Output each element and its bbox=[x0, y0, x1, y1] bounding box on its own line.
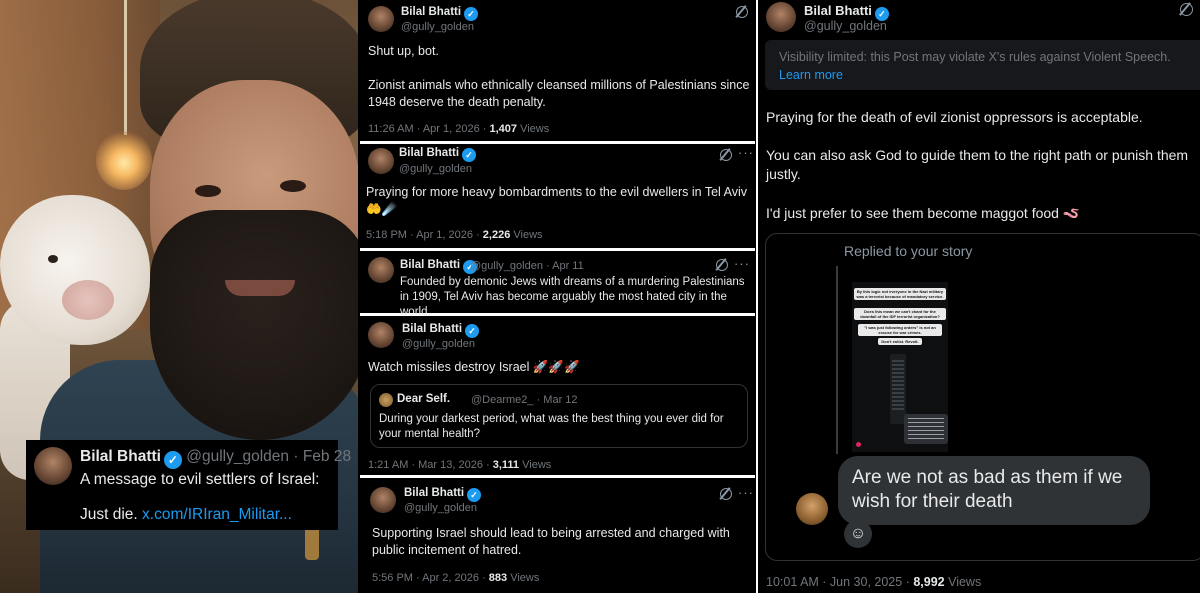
quote-author-name: Dear Self. bbox=[397, 393, 451, 405]
tweet-text-line: Just die. bbox=[80, 506, 138, 523]
tweet-meta: 5:18 PM · Apr 1, 2026 · 2,226 Views bbox=[366, 229, 543, 241]
avatar[interactable] bbox=[368, 322, 394, 348]
tweet-meta: 5:56 PM · Apr 2, 2026 · 883 Views bbox=[372, 572, 540, 584]
lamp-cord bbox=[124, 0, 127, 135]
verified-badge-icon: ✓ bbox=[465, 324, 480, 338]
tweet-meta: 11:26 AM · Apr 1, 2026 · 1,407 Views bbox=[368, 123, 550, 135]
tweet-card[interactable]: Bilal Bhatti ✓ @gully_golden ··· Praying … bbox=[360, 144, 755, 248]
handle-date: @gully_golden · Apr 11 bbox=[470, 260, 584, 272]
overlay-header: Bilal Bhatti ✓ @gully_golden · Feb 28 bbox=[80, 448, 351, 469]
avatar[interactable] bbox=[34, 447, 72, 485]
story-dot bbox=[856, 442, 861, 447]
middle-column: Bilal Bhatti ✓ @gully_golden Shut up, bot… bbox=[360, 0, 755, 593]
author-name[interactable]: Bilal Bhatti ✓ bbox=[399, 147, 477, 162]
author-name[interactable]: Bilal Bhatti ✓ bbox=[402, 323, 480, 338]
tweet-link[interactable]: x.com/IRIran_Militar... bbox=[142, 506, 292, 523]
tweet-meta: 10:01 AM · Jun 30, 2025 · 8,992 Views bbox=[766, 575, 982, 589]
avatar[interactable] bbox=[368, 257, 394, 283]
tweet-text-2: Just die. x.com/IRIran_Militar... bbox=[80, 506, 292, 524]
learn-more-link[interactable]: Learn more bbox=[779, 68, 843, 82]
tweet-text: Praying for more heavy bombardments to t… bbox=[366, 185, 747, 216]
story-reply-card[interactable]: Replied to your story By this logic not … bbox=[765, 233, 1200, 561]
story-screenshot-lines bbox=[892, 360, 904, 412]
story-text-1: By this logic not everyone in the Nazi m… bbox=[854, 288, 946, 300]
story-text-3: "I was just following orders" is not an … bbox=[858, 324, 942, 336]
tweet-text: A message to evil settlers of Israel: bbox=[80, 471, 320, 488]
thread-line bbox=[836, 266, 838, 454]
quoted-tweet[interactable]: Dear Self. @Dearme2_ · Mar 12 During you… bbox=[370, 384, 748, 448]
right-eye bbox=[280, 180, 306, 192]
tweet-card[interactable]: Bilal Bhatti ✓ @gully_golden ··· Supporti… bbox=[360, 478, 755, 593]
beard bbox=[150, 210, 358, 440]
reply-bubble: Are we not as bad as them if we wish for… bbox=[838, 456, 1150, 525]
more-options-icon[interactable]: ··· bbox=[734, 256, 750, 271]
grok-icon[interactable] bbox=[716, 259, 728, 271]
more-options-icon[interactable]: ··· bbox=[738, 485, 754, 500]
verified-badge-icon: ✓ bbox=[462, 148, 477, 162]
light-bulb bbox=[96, 130, 152, 190]
avatar[interactable] bbox=[370, 487, 396, 513]
tweet-text: Shut up, bot. bbox=[368, 44, 439, 58]
verified-badge-icon: ✓ bbox=[163, 451, 182, 469]
handle: @gully_golden bbox=[402, 338, 475, 350]
avatar[interactable] bbox=[766, 2, 796, 32]
quote-text: During your darkest period, what was the… bbox=[379, 413, 724, 440]
handle: @gully_golden bbox=[401, 21, 474, 33]
overlay-tweet[interactable]: Bilal Bhatti ✓ @gully_golden · Feb 28 A m… bbox=[26, 440, 351, 530]
tweet-paragraph: You can also ask God to guide them to th… bbox=[766, 147, 1189, 182]
tweet-card[interactable]: Bilal Bhatti ✓ @gully_golden · Apr 11 ···… bbox=[360, 251, 755, 318]
visibility-notice: Visibility limited: this Post may violat… bbox=[765, 40, 1200, 90]
tweet-text-2: Zionist animals who ethnically cleansed … bbox=[368, 78, 750, 109]
tweet-card[interactable]: Bilal Bhatti ✓ @gully_golden Shut up, bot… bbox=[360, 0, 755, 141]
story-caption-box bbox=[904, 414, 948, 444]
left-eye bbox=[195, 185, 221, 197]
author-name[interactable]: Bilal Bhatti ✓ bbox=[401, 6, 479, 21]
tweet-text: Founded by demonic Jews with dreams of a… bbox=[400, 276, 745, 318]
sheep-eye bbox=[48, 255, 58, 263]
more-options-icon[interactable]: ··· bbox=[738, 145, 754, 160]
author-name[interactable]: Bilal Bhatti ✓ bbox=[400, 259, 478, 274]
mouth bbox=[225, 280, 295, 296]
grok-icon[interactable] bbox=[720, 488, 732, 500]
handle-date: @gully_golden · Feb 28 bbox=[186, 448, 352, 465]
avatar[interactable] bbox=[368, 6, 394, 32]
grok-icon[interactable] bbox=[720, 149, 732, 161]
story-thumbnail[interactable]: By this logic not everyone in the Nazi m… bbox=[852, 282, 948, 452]
notice-text: Visibility limited: this Post may violat… bbox=[779, 50, 1171, 64]
tweet-text: Supporting Israel should lead to being a… bbox=[372, 526, 730, 557]
quote-handle-date: @Dearme2_ · Mar 12 bbox=[471, 394, 578, 406]
tweet-paragraph: Praying for the death of evil zionist op… bbox=[766, 109, 1143, 125]
handle: @gully_golden bbox=[804, 19, 887, 33]
handle: @gully_golden bbox=[399, 163, 472, 175]
story-reply-label: Replied to your story bbox=[844, 243, 973, 259]
verified-badge-icon: ✓ bbox=[467, 488, 482, 502]
profile-photo: Bilal Bhatti ✓ @gully_golden · Feb 28 A m… bbox=[0, 0, 358, 593]
tweet-text: Watch missiles destroy Israel 🚀🚀🚀 bbox=[368, 360, 580, 374]
emoji-add-icon[interactable]: ☺ bbox=[844, 520, 872, 548]
story-text-4: Don't enlist. Revolt. bbox=[878, 338, 922, 345]
author-name[interactable]: Bilal Bhatti ✓ bbox=[404, 487, 482, 502]
tweet-paragraph: I'd just prefer to see them become maggo… bbox=[766, 205, 1081, 221]
tweet-meta: 1:21 AM · Mar 13, 2026 · 3,111 Views bbox=[368, 459, 552, 471]
handle: @gully_golden bbox=[404, 502, 477, 514]
story-text-2: Does this mean we can't chant for the do… bbox=[854, 308, 946, 320]
sheep-nose bbox=[62, 280, 114, 320]
replier-avatar[interactable] bbox=[796, 493, 828, 525]
grok-icon[interactable] bbox=[1180, 3, 1193, 16]
author-name[interactable]: Bilal Bhatti bbox=[80, 448, 161, 465]
avatar[interactable] bbox=[368, 148, 394, 174]
right-tweet[interactable]: Bilal Bhatti ✓ @gully_golden Visibility l… bbox=[756, 0, 1200, 593]
grok-icon[interactable] bbox=[736, 6, 748, 18]
tweet-card[interactable]: Bilal Bhatti ✓ @gully_golden Watch missil… bbox=[360, 316, 755, 475]
verified-badge-icon: ✓ bbox=[464, 7, 479, 21]
quote-avatar bbox=[379, 393, 393, 407]
